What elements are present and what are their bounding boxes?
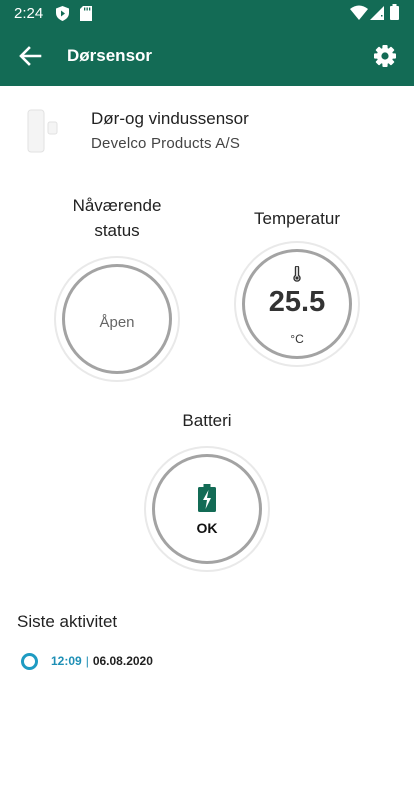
- temperature-value: 25.5: [268, 286, 326, 318]
- temperature-unit: °C: [290, 332, 304, 346]
- gear-icon[interactable]: [369, 40, 401, 72]
- sd-card-icon: [80, 6, 92, 21]
- signal-icon: [370, 6, 384, 20]
- device-manufacturer: Develco Products A/S: [91, 135, 241, 152]
- status-bar: 2:24: [0, 0, 414, 26]
- status-indicator: Åpen: [62, 264, 172, 374]
- thermometer-icon: [293, 266, 301, 282]
- wifi-icon: [350, 5, 368, 20]
- status-value: Åpen: [99, 314, 135, 331]
- page-title: Dørsensor: [67, 46, 153, 65]
- list-item: 12:09 | 06.08.2020: [21, 651, 153, 671]
- battery-indicator: OK: [152, 454, 262, 564]
- temperature-indicator: 25.5 °C: [242, 249, 352, 359]
- battery-value: OK: [196, 520, 218, 536]
- status-time: 2:24: [14, 5, 44, 22]
- temperature-label: Temperatur: [254, 209, 340, 228]
- battery-icon: [390, 4, 399, 20]
- activity-title: Siste aktivitet: [17, 612, 118, 631]
- device-image: [27, 109, 58, 153]
- battery-label: Batteri: [182, 411, 232, 430]
- activity-entry: 12:09 | 06.08.2020: [51, 654, 153, 668]
- app-bar: Dørsensor: [0, 26, 414, 86]
- timeline-dot-icon: [21, 652, 38, 670]
- arrow-back-icon[interactable]: [14, 42, 46, 70]
- activity-separator: |: [85, 654, 89, 668]
- shield-play-icon: [56, 6, 69, 21]
- battery-charging-icon: [198, 484, 216, 512]
- status-label: Nåværende status: [72, 196, 162, 240]
- device-name: Dør-og vindussensor: [91, 109, 249, 128]
- activity-date: 06.08.2020: [92, 654, 153, 668]
- activity-time: 12:09: [51, 654, 82, 668]
